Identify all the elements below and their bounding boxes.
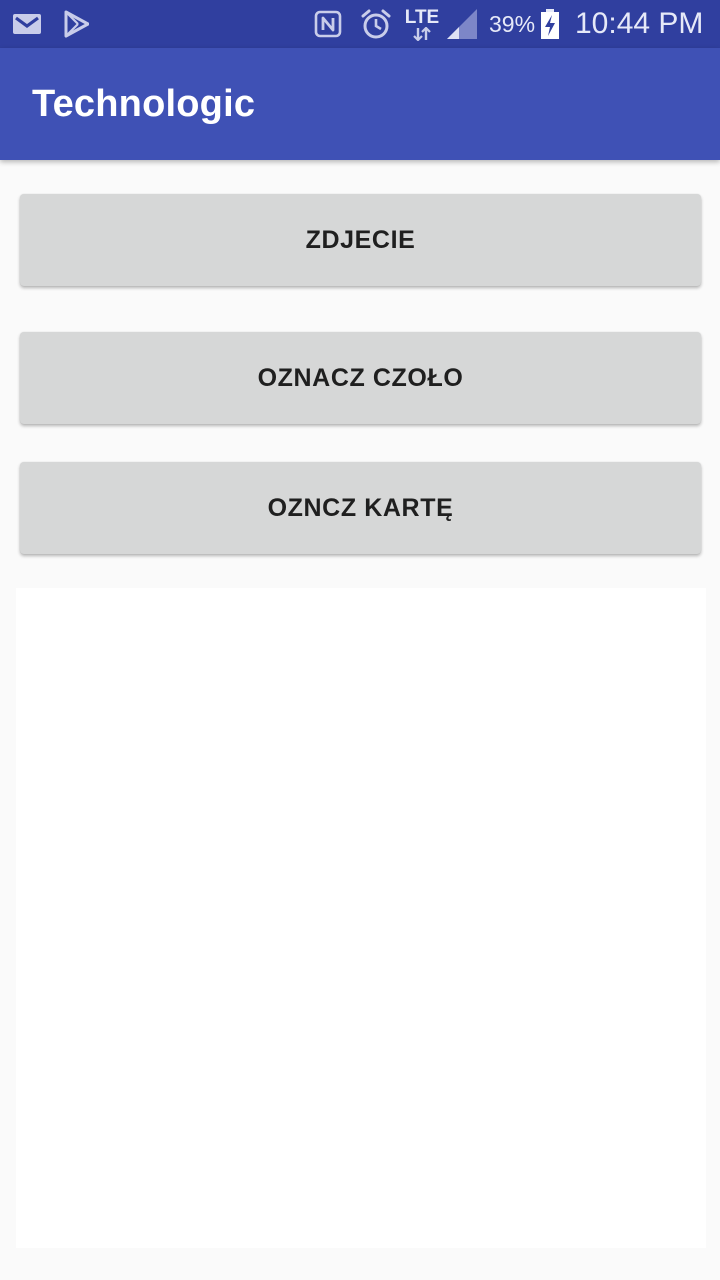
status-bar: LTE 39% 10:44 PM [0,0,720,48]
alarm-icon [358,0,394,48]
lte-icon: LTE [402,0,442,48]
mark-card-button[interactable]: OZNCZ KARTĘ [20,462,701,554]
mark-forehead-button[interactable]: OZNACZ CZOŁO [20,332,701,424]
image-preview [16,588,706,1248]
battery-percent: 39% [489,11,536,37]
nfc-icon [312,0,344,48]
lte-label: LTE [404,6,440,28]
battery-charging-icon [538,0,562,48]
gmail-icon [10,0,44,48]
app-title: Technologic [32,83,256,125]
status-time: 10:44 PM [575,7,704,40]
play-store-icon [58,0,92,48]
photo-button[interactable]: ZDJECIE [20,194,701,286]
signal-icon [442,0,480,48]
app-bar: Technologic [0,48,720,160]
